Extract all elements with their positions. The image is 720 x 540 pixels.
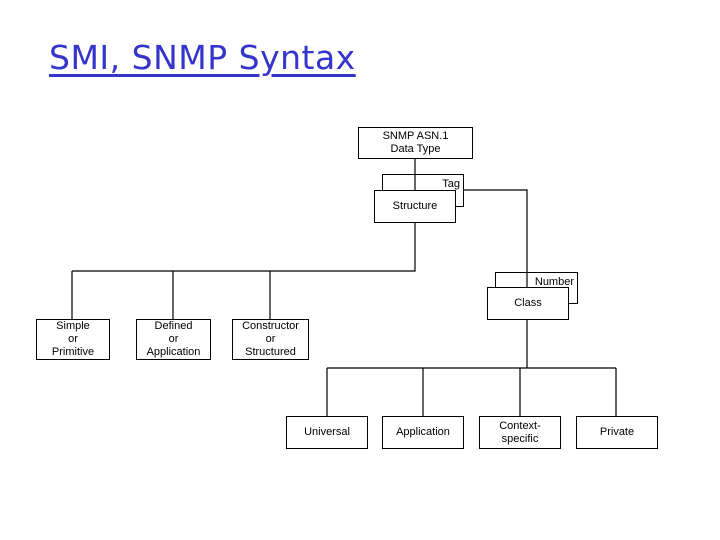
structure-node: Structure — [374, 190, 456, 223]
simple-primitive-node: Simple or Primitive — [36, 319, 110, 360]
structure-branch-line — [72, 222, 416, 272]
application-node: Application — [382, 416, 464, 449]
defined-application-node: Defined or Application — [136, 319, 211, 360]
private-node: Private — [576, 416, 658, 449]
universal-node: Universal — [286, 416, 368, 449]
constructor-structured-node: Constructor or Structured — [232, 319, 309, 360]
root-node: SNMP ASN.1 Data Type — [358, 127, 473, 159]
connector-lines — [71, 158, 617, 416]
context-specific-node: Context- specific — [479, 416, 561, 449]
class-node: Class — [487, 287, 569, 320]
